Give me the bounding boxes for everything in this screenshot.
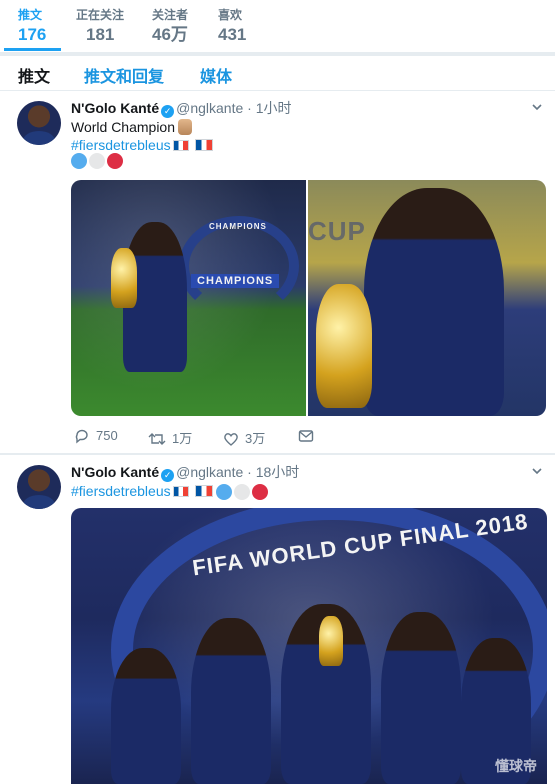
stage-arch — [179, 216, 299, 316]
tweet[interactable]: N'Golo Kanté ✓ @nglkante · 18小时 #fiersdetr… — [0, 455, 555, 784]
tweet-header: N'Golo Kanté ✓ @nglkante · 1小时 — [71, 99, 292, 118]
hashtag-link[interactable]: #fiersdetrebleus — [71, 483, 171, 499]
tweet-actions: 750 1万 3万 — [71, 428, 541, 448]
avatar[interactable] — [17, 101, 61, 145]
hashtag-link[interactable]: #fiersdetrebleus — [71, 137, 171, 153]
player-figure — [381, 612, 461, 784]
caret-down-icon[interactable] — [531, 101, 543, 113]
player-figure — [191, 618, 271, 784]
blue-circle-icon — [216, 484, 233, 501]
active-stat-indicator — [4, 48, 61, 51]
reply-count: 750 — [96, 428, 118, 443]
stat-likes-value: 431 — [218, 25, 247, 44]
tweet-text: World Champion — [71, 118, 193, 136]
red-circle-icon — [252, 484, 269, 501]
like-button[interactable]: 3万 — [223, 428, 265, 447]
blue-circle-icon — [71, 152, 87, 169]
like-count: 3万 — [245, 431, 266, 446]
france-flag-icon — [172, 486, 189, 497]
tweet-text-content: World Champion — [71, 119, 176, 135]
stat-following-value: 181 — [86, 25, 115, 44]
stat-followers[interactable]: 关注者 46万 — [152, 8, 188, 46]
player-figure — [364, 188, 504, 416]
author-handle[interactable]: @nglkante — [176, 100, 243, 116]
profile-stats-bar: 推文 176 正在关注 181 关注者 46万 喜欢 431 — [0, 0, 555, 53]
stat-following[interactable]: 正在关注 181 — [76, 8, 124, 46]
separator-dot: · — [247, 464, 252, 480]
stat-followers-label: 关注者 — [152, 8, 189, 22]
stat-tweets-value: 176 — [18, 25, 47, 44]
color-circles — [71, 152, 125, 170]
watermark-text: 懂球帝 — [495, 758, 537, 774]
white-circle-icon — [89, 152, 105, 169]
tweet-photo-1[interactable]: CHAMPIONS CHAMPIONS — [71, 180, 306, 416]
separator-dot: · — [247, 100, 252, 116]
tweet[interactable]: N'Golo Kanté ✓ @nglkante · 1小时 World Champ… — [0, 91, 555, 454]
white-circle-icon — [234, 484, 251, 501]
tweet-photo[interactable]: FIFA WORLD CUP FINAL 2018 懂球帝 — [71, 508, 547, 784]
author-name[interactable]: N'Golo Kanté — [71, 464, 159, 480]
avatar[interactable] — [17, 465, 61, 509]
photo-banner-text: CHAMPIONS — [209, 222, 267, 231]
stat-tweets-label: 推文 — [18, 8, 43, 22]
stat-likes-label: 喜欢 — [218, 8, 243, 22]
author-handle[interactable]: @nglkante — [176, 464, 243, 480]
stat-following-label: 正在关注 — [76, 8, 125, 22]
reply-icon — [75, 429, 88, 444]
tab-media[interactable]: 媒体 — [200, 63, 232, 87]
verified-icon: ✓ — [161, 105, 175, 118]
player-figure — [111, 648, 181, 784]
timeline-tabs: 推文 推文和回复 媒体 — [0, 56, 555, 91]
tweet-timestamp[interactable]: 18小时 — [256, 464, 300, 480]
retweet-count: 1万 — [172, 431, 193, 446]
world-cup-trophy — [319, 616, 343, 666]
tab-tweets-and-replies[interactable]: 推文和回复 — [84, 63, 164, 87]
retweet-button[interactable]: 1万 — [148, 428, 192, 447]
tweet-timestamp[interactable]: 1小时 — [256, 100, 292, 116]
red-circle-icon — [107, 152, 123, 169]
stat-likes[interactable]: 喜欢 431 — [218, 8, 246, 46]
tab-tweets[interactable]: 推文 — [18, 63, 50, 87]
like-icon — [224, 433, 238, 446]
world-cup-trophy — [316, 284, 372, 408]
caret-down-icon[interactable] — [531, 465, 543, 477]
france-flag-icon — [194, 485, 213, 497]
retweet-icon — [148, 433, 166, 445]
reply-button[interactable]: 750 — [74, 428, 118, 444]
stat-followers-value: 46万 — [152, 25, 188, 44]
tweet-photo-2[interactable]: CUP — [308, 180, 546, 416]
message-icon — [298, 430, 314, 442]
photo-banner-text: CHAMPIONS — [191, 274, 280, 288]
author-name[interactable]: N'Golo Kanté — [71, 100, 159, 116]
world-cup-trophy — [111, 248, 137, 308]
direct-message-button[interactable] — [298, 428, 320, 444]
france-flag-icon — [172, 140, 189, 151]
france-flag-icon — [194, 139, 213, 151]
thumbs-up-emoji-icon — [178, 119, 193, 135]
tweet-header: N'Golo Kanté ✓ @nglkante · 18小时 — [71, 463, 299, 482]
tweet-hashtag-line: #fiersdetrebleus — [71, 482, 270, 501]
photo-banner-text: CUP — [308, 216, 366, 246]
stat-tweets[interactable]: 推文 176 — [18, 8, 46, 46]
verified-icon: ✓ — [161, 469, 175, 482]
